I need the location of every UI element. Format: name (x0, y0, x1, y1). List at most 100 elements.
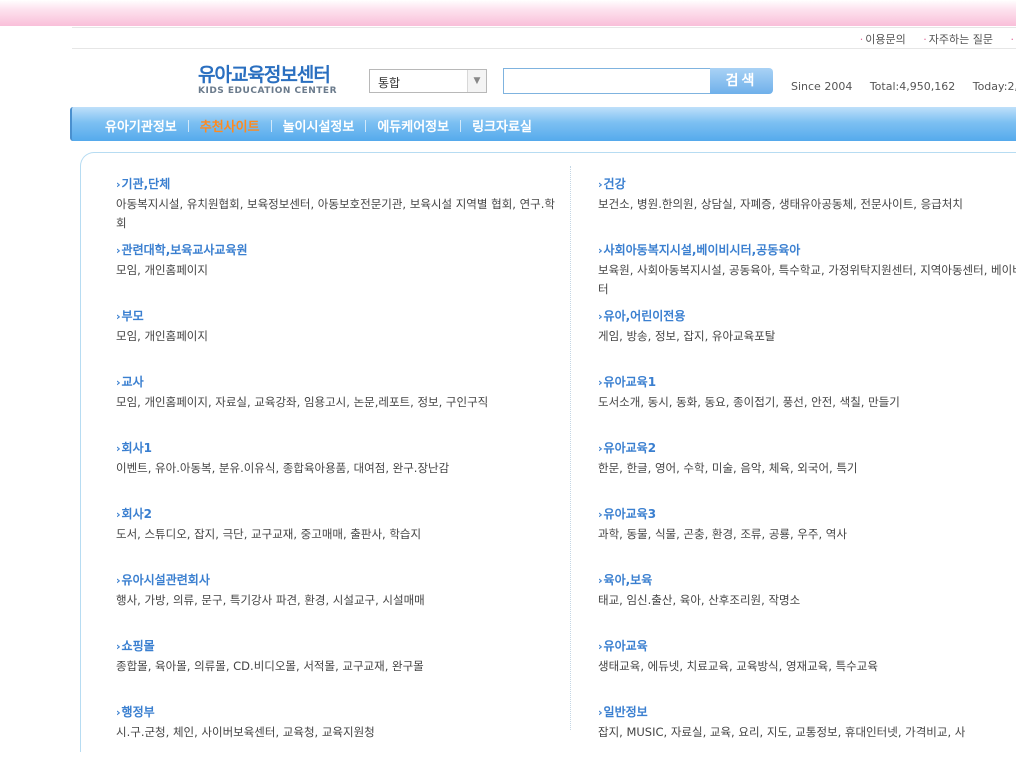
chevron-right-icon: › (598, 244, 603, 257)
category-desc: 게임, 방송, 정보, 잡지, 유아교육포탈 (598, 327, 1016, 346)
chevron-right-icon: › (598, 178, 603, 191)
main-nav: 유아기관정보 추천사이트 놀이시설정보 에듀케어정보 링크자료실 (70, 107, 1016, 141)
category-title-text: 유아교육1 (604, 375, 657, 389)
nav-separator (188, 120, 189, 132)
category-item: ›회사1 이벤트, 유아.아동복, 분유.이유식, 종합육아용품, 대여점, 완… (116, 440, 556, 506)
category-item: ›행정부 시.구.군청, 체인, 사이버보육센터, 교육청, 교육지원청 (116, 704, 556, 770)
nav-item-recommended-sites[interactable]: 추천사이트 (200, 120, 260, 135)
util-link-label: 자주하는 질문 (929, 33, 993, 46)
category-title[interactable]: ›유아시설관련회사 (116, 572, 556, 589)
category-title[interactable]: ›부모 (116, 308, 556, 325)
category-title-text: 행정부 (122, 705, 155, 719)
util-link-inquiry[interactable]: ·이용문의 (860, 33, 906, 46)
category-title[interactable]: ›회사1 (116, 440, 556, 457)
category-item: ›일반정보 잡지, MUSIC, 자료실, 교육, 요리, 지도, 교통정보, … (598, 704, 1016, 770)
right-category-column: ›건강 보건소, 병원.한의원, 상담실, 자폐증, 생태유아공동체, 전문사이… (598, 176, 1016, 770)
category-item: ›유아시설관련회사 행사, 가방, 의류, 문구, 특기강사 파견, 환경, 시… (116, 572, 556, 638)
left-category-column: ›기관,단체 아동복지시설, 유치원협회, 보육정보센터, 아동보호전문기관, … (116, 176, 556, 770)
category-item: ›관련대학,보육교사교육원 모임, 개인홈페이지 (116, 242, 556, 308)
top-pink-band (0, 0, 1016, 26)
stats-today: Today:2,36 (973, 80, 1016, 93)
logo-korean: 유아교육정보센터 (198, 60, 346, 87)
category-title[interactable]: ›행정부 (116, 704, 556, 721)
category-title-text: 기관,단체 (122, 177, 171, 191)
category-item: ›유아교육3 과학, 동물, 식물, 곤충, 환경, 조류, 공룡, 우주, 역… (598, 506, 1016, 572)
chevron-right-icon: › (598, 508, 603, 521)
category-title-text: 교사 (122, 375, 144, 389)
category-title-text: 회사1 (122, 441, 152, 455)
category-title[interactable]: ›회사2 (116, 506, 556, 523)
chevron-right-icon: › (116, 508, 121, 521)
category-desc: 도서소개, 동시, 동화, 동요, 종이접기, 풍선, 안전, 색칠, 만들기 (598, 393, 1016, 412)
util-link-label: 이용문의 (865, 33, 905, 46)
nav-item-kindergarten-info[interactable]: 유아기관정보 (105, 120, 177, 135)
bullet-icon: · (923, 33, 927, 46)
chevron-right-icon: › (116, 376, 121, 389)
nav-separator (460, 120, 461, 132)
category-title[interactable]: ›일반정보 (598, 704, 1016, 721)
category-item: ›건강 보건소, 병원.한의원, 상담실, 자폐증, 생태유아공동체, 전문사이… (598, 176, 1016, 242)
category-title-text: 건강 (604, 177, 626, 191)
category-item: ›유아교육 생태교육, 에듀넷, 치료교육, 교육방식, 영재교육, 특수교육 (598, 638, 1016, 704)
category-title[interactable]: ›교사 (116, 374, 556, 391)
category-desc: 잡지, MUSIC, 자료실, 교육, 요리, 지도, 교통정보, 휴대인터넷,… (598, 723, 1016, 742)
category-title[interactable]: ›유아교육 (598, 638, 1016, 655)
category-item: ›사회아동복지시설,베이비시터,공동육아 보육원, 사회아동복지시설, 공동육아… (598, 242, 1016, 308)
category-title-text: 부모 (122, 309, 144, 323)
logo-english: KIDS EDUCATION CENTER (198, 86, 346, 96)
chevron-right-icon: › (598, 310, 603, 323)
dropdown-arrow-icon[interactable]: ▼ (467, 70, 486, 92)
category-item: ›유아,어린이전용 게임, 방송, 정보, 잡지, 유아교육포탈 (598, 308, 1016, 374)
chevron-right-icon: › (116, 310, 121, 323)
category-title[interactable]: ›쇼핑몰 (116, 638, 556, 655)
category-title[interactable]: ›관련대학,보육교사교육원 (116, 242, 556, 259)
category-desc: 생태교육, 에듀넷, 치료교육, 교육방식, 영재교육, 특수교육 (598, 657, 1016, 676)
category-title[interactable]: ›기관,단체 (116, 176, 556, 193)
search-input[interactable] (503, 68, 711, 94)
category-title[interactable]: ›유아교육2 (598, 440, 1016, 457)
stats-since: Since 2004 (791, 80, 852, 93)
category-desc: 시.구.군청, 체인, 사이버보육센터, 교육청, 교육지원청 (116, 723, 556, 742)
category-desc: 모임, 개인홈페이지 (116, 327, 556, 346)
category-desc: 종합몰, 육아몰, 의류몰, CD.비디오몰, 서적몰, 교구교재, 완구몰 (116, 657, 556, 676)
bullet-icon: · (1011, 33, 1015, 46)
category-title[interactable]: ›유아,어린이전용 (598, 308, 1016, 325)
category-desc: 과학, 동물, 식물, 곤충, 환경, 조류, 공룡, 우주, 역사 (598, 525, 1016, 544)
util-link-more: · (1011, 33, 1016, 46)
category-desc: 이벤트, 유아.아동복, 분유.이유식, 종합육아용품, 대여점, 완구.장난감 (116, 459, 556, 478)
category-title-text: 유아교육 (604, 639, 648, 653)
search-button[interactable]: 검색 (710, 68, 773, 94)
site-logo[interactable]: 유아교육정보센터 KIDS EDUCATION CENTER (198, 60, 346, 96)
category-title-text: 일반정보 (604, 705, 648, 719)
search-scope-select[interactable]: 통합 ▼ (369, 69, 487, 93)
category-desc: 한문, 한글, 영어, 수학, 미술, 음악, 체육, 외국어, 특기 (598, 459, 1016, 478)
category-desc: 도서, 스튜디오, 잡지, 극단, 교구교재, 중고매매, 출판사, 학습지 (116, 525, 556, 544)
category-title[interactable]: ›육아,보육 (598, 572, 1016, 589)
category-desc: 모임, 개인홈페이지, 자료실, 교육강좌, 임용고시, 논문,레포트, 정보,… (116, 393, 556, 412)
category-title[interactable]: ›유아교육3 (598, 506, 1016, 523)
category-item: ›부모 모임, 개인홈페이지 (116, 308, 556, 374)
category-title-text: 유아교육3 (604, 507, 657, 521)
category-desc: 행사, 가방, 의류, 문구, 특기강사 파견, 환경, 시설교구, 시설매매 (116, 591, 556, 610)
util-link-faq[interactable]: ·자주하는 질문 (923, 33, 993, 46)
search-scope-value: 통합 (378, 74, 400, 91)
category-item: ›기관,단체 아동복지시설, 유치원협회, 보육정보센터, 아동보호전문기관, … (116, 176, 556, 242)
chevron-right-icon: › (116, 244, 121, 257)
nav-item-educare-info[interactable]: 에듀케어정보 (377, 120, 449, 135)
category-title-text: 육아,보육 (604, 573, 653, 587)
category-desc: 보육원, 사회아동복지시설, 공동육아, 특수학교, 가정위탁지원센터, 지역아… (598, 261, 1016, 299)
category-title[interactable]: ›유아교육1 (598, 374, 1016, 391)
category-title-text: 유아시설관련회사 (122, 573, 210, 587)
chevron-right-icon: › (598, 640, 603, 653)
nav-item-link-archive[interactable]: 링크자료실 (472, 120, 532, 135)
chevron-right-icon: › (116, 706, 121, 719)
nav-item-playground-info[interactable]: 놀이시설정보 (283, 120, 355, 135)
category-title[interactable]: ›건강 (598, 176, 1016, 193)
category-title-text: 유아,어린이전용 (604, 309, 686, 323)
stats-total: Total:4,950,162 (870, 80, 955, 93)
chevron-right-icon: › (116, 640, 121, 653)
category-item: ›교사 모임, 개인홈페이지, 자료실, 교육강좌, 임용고시, 논문,레포트,… (116, 374, 556, 440)
category-title[interactable]: ›사회아동복지시설,베이비시터,공동육아 (598, 242, 1016, 259)
category-title-text: 회사2 (122, 507, 152, 521)
category-title-text: 사회아동복지시설,베이비시터,공동육아 (604, 243, 801, 257)
